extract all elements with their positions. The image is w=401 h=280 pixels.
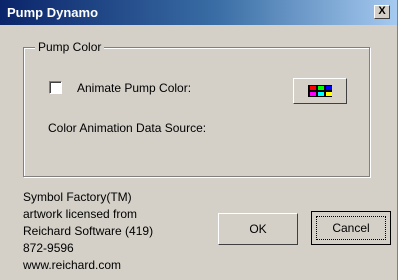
close-icon: X (378, 5, 386, 17)
swatch-cell (326, 86, 332, 90)
title-bar[interactable]: Pump Dynamo X (0, 0, 397, 25)
ok-button[interactable]: OK (218, 213, 298, 245)
animate-pump-color-checkbox[interactable] (49, 81, 62, 94)
animate-pump-color-label[interactable]: Animate Pump Color: (77, 81, 191, 95)
color-grid-icon (308, 85, 332, 97)
swatch-cell (318, 86, 324, 90)
swatch-cell (326, 92, 332, 96)
info-line: 872-9596 (23, 241, 74, 255)
info-line: Symbol Factory(TM) (23, 190, 132, 204)
pump-color-button[interactable] (293, 78, 347, 104)
cancel-button[interactable]: Cancel (311, 211, 391, 245)
pump-color-group (23, 47, 370, 177)
info-line: artwork licensed from (23, 207, 138, 221)
swatch-cell (318, 92, 324, 96)
swatch-cell (310, 86, 316, 90)
color-animation-source-label: Color Animation Data Source: (48, 121, 207, 135)
info-line: Reichard Software (419) (23, 224, 154, 238)
swatch-cell (310, 92, 316, 96)
window-title: Pump Dynamo (7, 5, 99, 20)
focus-rectangle (316, 216, 386, 240)
close-button[interactable]: X (374, 5, 390, 19)
group-label: Pump Color (35, 40, 105, 54)
pump-dynamo-dialog: Pump Dynamo X Pump Color Animate Pump Co… (0, 0, 398, 280)
info-line: www.reichard.com (23, 258, 122, 272)
